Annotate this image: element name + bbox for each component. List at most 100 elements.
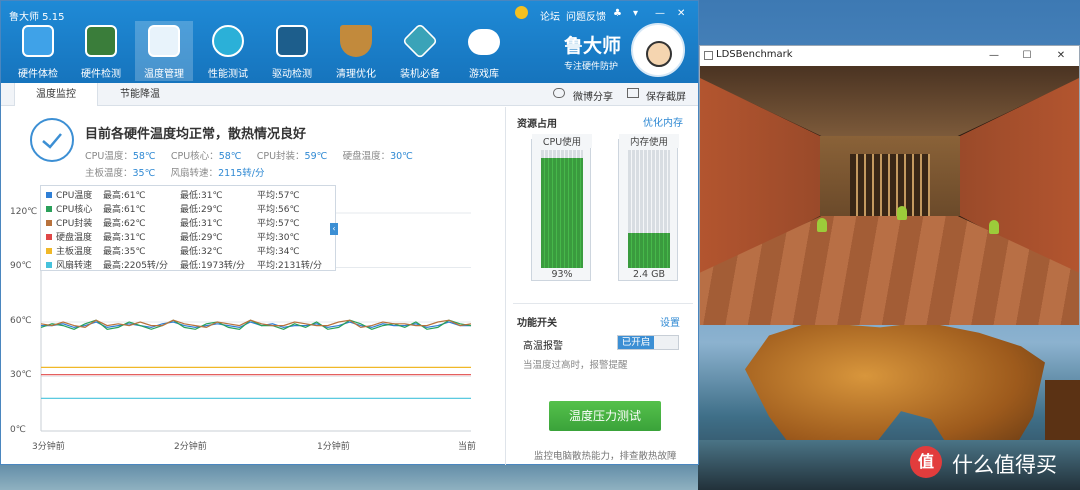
memory-usage-label: 内存使用: [619, 134, 679, 148]
reading-label: 主板温度：: [85, 168, 133, 179]
reading-label: 风扇转速：: [170, 168, 219, 179]
y-tick-label: 90℃: [10, 261, 32, 271]
reading-label: 硬盘温度：: [342, 151, 391, 162]
cpu-usage-value: 93%: [551, 269, 573, 280]
legend-row-disk-temp: 硬盘温度 最高:31℃ 最低:29℃ 平均:30℃: [46, 230, 300, 244]
high-temp-alarm-toggle[interactable]: 已开启: [617, 335, 679, 350]
camera-icon: [627, 88, 639, 98]
benchmark-3d-scene[interactable]: [700, 66, 1079, 325]
minimize-button[interactable]: —: [983, 47, 1005, 65]
android-figure: [817, 218, 827, 232]
tab-energy-saving[interactable]: 节能降温: [98, 83, 182, 106]
cpu-usage-meter: CPU使用 93%: [531, 134, 592, 281]
legend-swatch: [46, 220, 52, 226]
toolbar-driver[interactable]: 驱动检测: [263, 21, 321, 81]
brand-slogan: 专注硬件防护: [564, 62, 619, 72]
toolbar-temperature[interactable]: 温度管理: [135, 21, 193, 81]
close-button[interactable]: ✕: [1050, 47, 1072, 65]
brand-name: 鲁大师: [564, 35, 622, 57]
save-screenshot-button[interactable]: 保存截屏: [646, 88, 686, 103]
forum-link[interactable]: 论坛: [540, 8, 560, 23]
window-icon: [704, 51, 713, 60]
check-icon: [30, 118, 74, 162]
scene-wooden-gate: [850, 154, 930, 216]
legend-row-board-temp: 主板温度 最高:35℃ 最低:32℃ 平均:34℃: [46, 244, 300, 258]
broom-icon: [340, 25, 372, 57]
status-message: 目前各硬件温度均正常，散热情况良好: [85, 127, 307, 142]
mascot-avatar[interactable]: [631, 23, 685, 77]
legend-swatch: [46, 248, 52, 254]
android-figure: [897, 206, 907, 220]
y-tick-label: 120℃: [10, 207, 38, 217]
stress-test-button[interactable]: 温度压力测试: [549, 401, 661, 431]
android-figure: [989, 220, 999, 234]
install-icon: [401, 22, 439, 60]
temperature-icon: [148, 25, 180, 57]
menu-icon[interactable]: ▾: [633, 8, 638, 19]
app-header: 鲁大师 5.15 论坛 问题反馈 ♣ ▾ — ✕ 硬件体检 硬件检测 温度管理 …: [1, 1, 698, 83]
skin-icon[interactable]: ♣: [613, 8, 622, 19]
gamepad-icon: [468, 29, 500, 55]
desktop-rock-arch: [745, 322, 1045, 457]
maximize-button[interactable]: ☐: [1016, 47, 1038, 65]
weibo-share-button[interactable]: 微博分享: [573, 88, 613, 103]
reading-value: 2115转/分: [218, 168, 265, 179]
chart-legend: CPU温度 最高:61℃ 最低:31℃ 平均:57℃ CPU核心 最高:61℃ 最低:29…: [40, 185, 336, 271]
toolbar-cleanup[interactable]: 清理优化: [327, 21, 385, 81]
divider: [513, 303, 693, 304]
stress-test-desc: 监控电脑散热能力，排查散热故障: [534, 451, 677, 462]
memory-usage-value: 2.4 GB: [632, 269, 665, 280]
status-readings-row2: 主板温度：35℃ 风扇转速：2115转/分: [85, 161, 264, 180]
toolbar-games[interactable]: 游戏库: [455, 21, 513, 81]
legend-swatch: [46, 262, 52, 268]
minimize-button[interactable]: —: [655, 8, 665, 19]
settings-link[interactable]: 设置: [660, 314, 680, 329]
ludashi-window[interactable]: 鲁大师 5.15 论坛 问题反馈 ♣ ▾ — ✕ 硬件体检 硬件检测 温度管理 …: [0, 0, 699, 465]
close-button[interactable]: ✕: [677, 8, 685, 19]
x-tick-label: 1分钟前: [317, 442, 350, 452]
memory-usage-meter: 内存使用 2.4 GB: [618, 134, 679, 281]
toolbar-performance[interactable]: 性能测试: [199, 21, 257, 81]
lds-benchmark-window[interactable]: LDSBenchmark — ☐ ✕: [699, 45, 1080, 325]
toolbar-hardware-detect[interactable]: 硬件检测: [72, 21, 130, 81]
reading-value: 59℃: [304, 151, 328, 162]
legend-swatch: [46, 206, 52, 212]
legend-swatch: [46, 234, 52, 240]
desktop-beach: [0, 462, 700, 490]
lds-titlebar[interactable]: LDSBenchmark — ☐ ✕: [700, 46, 1079, 66]
legend-collapse-button[interactable]: ‹: [330, 223, 338, 235]
toggle-state: 已开启: [618, 336, 654, 349]
watermark-text: 什么值得买: [952, 453, 1057, 477]
reading-value: 35℃: [132, 168, 156, 179]
panel-divider: [505, 107, 506, 465]
resources-title: 资源占用: [517, 119, 557, 130]
performance-icon: [212, 25, 244, 57]
y-tick-label: 60℃: [10, 316, 32, 326]
feedback-link[interactable]: 问题反馈: [566, 8, 606, 23]
high-temp-alarm-label: 高温报警: [523, 341, 563, 352]
legend-row-cpu-core: CPU核心 最高:61℃ 最低:29℃ 平均:56℃: [46, 202, 300, 216]
watermark-logo: 值: [910, 446, 942, 478]
toolbar-install[interactable]: 装机必备: [391, 21, 449, 81]
lds-window-title: LDSBenchmark: [716, 49, 793, 60]
y-tick-label: 30℃: [10, 370, 32, 380]
driver-icon: [276, 25, 308, 57]
tab-temperature-monitor[interactable]: 温度监控: [14, 83, 98, 106]
optimize-memory-link[interactable]: 优化内存: [643, 114, 683, 129]
coin-icon[interactable]: [515, 6, 528, 19]
weibo-icon: [553, 88, 565, 98]
high-temp-alarm-desc: 当温度过高时，报警提醒: [523, 360, 628, 371]
legend-row-cpu-temp: CPU温度 最高:61℃ 最低:31℃ 平均:57℃: [46, 188, 300, 202]
reading-value: 30℃: [390, 151, 413, 162]
features-title: 功能开关: [517, 318, 557, 329]
hardware-check-icon: [22, 25, 54, 57]
tab-bar: 温度监控 节能降温 微博分享 保存截屏: [1, 83, 698, 106]
legend-row-fan-speed: 风扇转速 最高:2205转/分 最低:1973转/分 平均:2131转/分: [46, 258, 322, 272]
y-tick-label: 0℃: [10, 425, 26, 435]
cpu-usage-label: CPU使用: [532, 134, 592, 148]
legend-swatch: [46, 192, 52, 198]
x-tick-label: 3分钟前: [32, 442, 65, 452]
toolbar-hardware-check[interactable]: 硬件体检: [9, 21, 67, 81]
hardware-detect-icon: [85, 25, 117, 57]
x-tick-label: 2分钟前: [174, 442, 207, 452]
